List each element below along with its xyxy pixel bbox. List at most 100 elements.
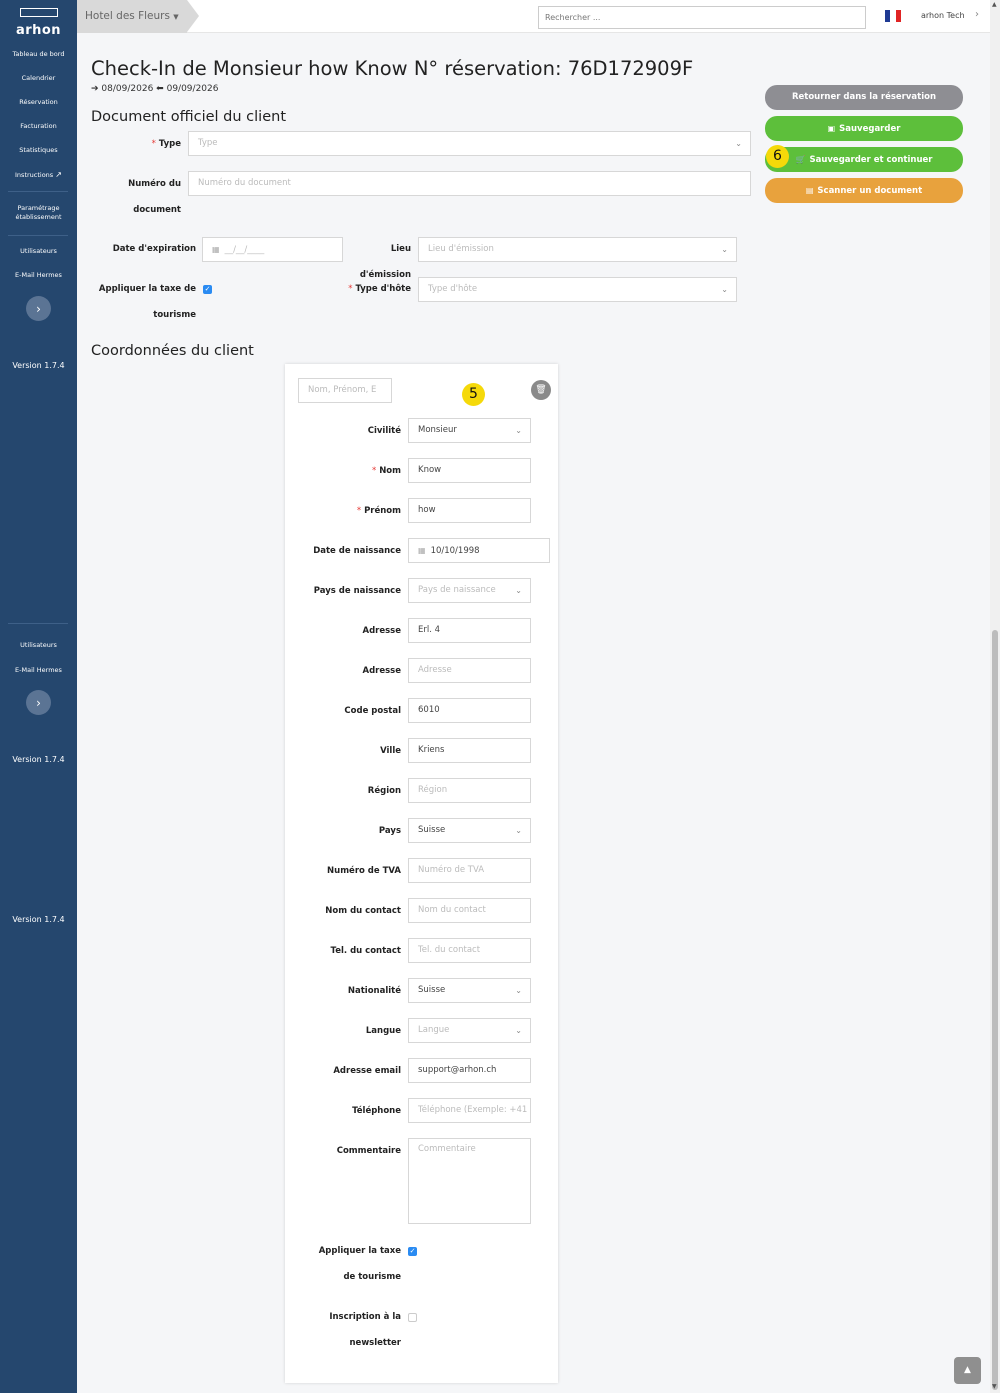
save-button[interactable]: ▣ Sauvegarder — [765, 116, 963, 141]
client-tourism-tax-checkbox[interactable]: ✓ — [408, 1247, 417, 1256]
top-bar: Hotel des Fleurs ▼ Rechercher ... arhon … — [77, 0, 994, 33]
step-marker-6: 6 — [766, 145, 789, 168]
document-type-select[interactable]: Type ⌄ — [188, 131, 751, 156]
scroll-up-arrow-icon[interactable]: ▲ — [992, 1, 997, 8]
sidebar-item-users[interactable]: Utilisateurs — [0, 641, 77, 650]
civility-label: Civilité — [367, 426, 401, 436]
comment-textarea[interactable]: Commentaire — [408, 1138, 531, 1224]
chevron-right-icon[interactable]: › — [975, 9, 979, 20]
save-icon: ▣ — [827, 124, 836, 133]
version-label: Version 1.7.4 — [12, 361, 65, 370]
french-flag-icon[interactable] — [885, 10, 901, 22]
contact-name-input[interactable]: Nom du contact — [408, 898, 531, 923]
save-continue-label: Sauvegarder et continuer — [809, 155, 933, 165]
client-search-input[interactable]: Nom, Prénom, E — [298, 378, 392, 403]
scroll-down-arrow-icon[interactable]: ▼ — [992, 1383, 997, 1390]
birthdate-value: 10/10/1998 — [430, 546, 480, 556]
sidebar-item-dashboard[interactable]: Tableau de bord — [0, 50, 77, 59]
lastname-label-text: Nom — [379, 466, 401, 476]
address2-label: Adresse — [362, 666, 401, 676]
nationality-select[interactable]: Suisse ⌄ — [408, 978, 531, 1003]
version-label: Version 1.7.4 — [12, 915, 65, 924]
search-input[interactable]: Rechercher ... — [538, 6, 866, 29]
flag-stripe — [895, 10, 901, 22]
sidebar-item-reservation[interactable]: Réservation — [0, 98, 77, 107]
newsletter-label: Inscription à la newsletter — [329, 1312, 401, 1348]
calendar-icon: ▦ — [418, 546, 426, 555]
delete-client-button[interactable]: 🗑 — [531, 380, 551, 400]
id-card-icon: ▤ — [805, 186, 814, 195]
sidebar-item-email-hermes[interactable]: E-Mail Hermes — [0, 666, 77, 675]
scan-document-button[interactable]: ▤ Scanner un document — [765, 178, 963, 203]
birth-country-select[interactable]: Pays de naissance ⌄ — [408, 578, 531, 603]
vat-input[interactable]: Numéro de TVA — [408, 858, 531, 883]
city-label: Ville — [380, 746, 401, 756]
sidebar-item-statistics[interactable]: Statistiques — [0, 146, 77, 155]
required-asterisk: * — [356, 506, 362, 516]
sidebar-item-settings[interactable]: Paramétrage établissement — [0, 204, 77, 222]
sidebar-expand-button[interactable]: › — [26, 690, 51, 715]
guest-type-select[interactable]: Type d'hôte ⌄ — [418, 277, 737, 302]
sidebar-item-billing[interactable]: Facturation — [0, 122, 77, 131]
comment-label: Commentaire — [336, 1146, 401, 1156]
sidebar-item-users[interactable]: Utilisateurs — [0, 247, 77, 256]
emission-place-select[interactable]: Lieu d'émission ⌄ — [418, 237, 737, 262]
chevron-down-icon: ⌄ — [515, 426, 522, 435]
type-label: * Type — [91, 131, 181, 157]
phone-input[interactable]: Téléphone (Exemple: +41 — [408, 1098, 531, 1123]
sidebar-item-calendar[interactable]: Calendrier — [0, 74, 77, 83]
lastname-label: * Nom — [285, 458, 401, 484]
expiry-date-input[interactable]: ▦ __/__/____ — [202, 237, 343, 262]
chevron-right-icon: › — [36, 301, 41, 316]
client-tourism-tax-label: Appliquer la taxe de tourisme — [318, 1246, 401, 1282]
sidebar-item-email-hermes[interactable]: E-Mail Hermes — [0, 271, 77, 280]
save-continue-button[interactable]: 🛒 Sauvegarder et continuer — [765, 147, 963, 172]
guest-type-value: Type d'hôte — [428, 284, 478, 294]
country-value: Suisse — [418, 825, 446, 835]
caret-down-icon: ▼ — [173, 13, 179, 21]
sidebar-divider — [8, 623, 68, 624]
hotel-name: Hotel des Fleurs — [85, 10, 170, 22]
logo[interactable]: arhon — [0, 8, 77, 38]
sidebar-divider — [8, 191, 68, 192]
document-section-title: Document officiel du client — [91, 109, 287, 125]
client-card: Nom, Prénom, E 5 🗑 Civilité Monsieur ⌄ * N… — [285, 364, 558, 1383]
guest-type-label-text: Type d'hôte — [355, 284, 411, 294]
check-icon: ✓ — [204, 285, 211, 293]
chevron-down-icon: ⌄ — [515, 586, 522, 595]
user-menu[interactable]: arhon Tech — [921, 11, 965, 20]
sidebar-item-instructions[interactable]: Instructions ↗ — [0, 170, 77, 180]
firstname-input[interactable]: how — [408, 498, 531, 523]
newsletter-checkbox[interactable] — [408, 1313, 417, 1322]
region-input[interactable]: Région — [408, 778, 531, 803]
lastname-input[interactable]: Know — [408, 458, 531, 483]
page-scrollbar[interactable]: ▲ ▼ — [990, 0, 1000, 1393]
civility-select[interactable]: Monsieur ⌄ — [408, 418, 531, 443]
external-link-icon: ↗ — [55, 170, 62, 179]
scroll-to-top-button[interactable]: ▲ — [954, 1357, 981, 1384]
tourism-tax-checkbox[interactable]: ✓ — [203, 285, 212, 294]
sidebar-item-instructions-label: Instructions — [15, 171, 54, 179]
contact-tel-input[interactable]: Tel. du contact — [408, 938, 531, 963]
birthdate-input[interactable]: ▦ 10/10/1998 — [408, 538, 550, 563]
city-input[interactable]: Kriens — [408, 738, 531, 763]
chevron-down-icon: ⌄ — [515, 1026, 522, 1035]
stay-dates: ➔ 08/09/2026 ⬅ 09/09/2026 — [91, 84, 218, 94]
email-input[interactable]: support@arhon.ch — [408, 1058, 531, 1083]
zip-input[interactable]: 6010 — [408, 698, 531, 723]
step-marker-5: 5 — [462, 383, 485, 406]
hotel-selector[interactable]: Hotel des Fleurs ▼ — [77, 0, 199, 33]
arrow-left-icon: ⬅ — [156, 84, 164, 94]
document-number-input[interactable]: Numéro du document — [188, 171, 751, 196]
email-label: Adresse email — [333, 1066, 401, 1076]
client-section-title: Coordonnées du client — [91, 343, 254, 359]
country-select[interactable]: Suisse ⌄ — [408, 818, 531, 843]
address1-input[interactable]: Erl. 4 — [408, 618, 531, 643]
chevron-down-icon: ⌄ — [515, 826, 522, 835]
address2-input[interactable]: Adresse — [408, 658, 531, 683]
scroll-thumb[interactable] — [992, 630, 998, 1390]
language-select[interactable]: Langue ⌄ — [408, 1018, 531, 1043]
back-to-reservation-button[interactable]: Retourner dans la réservation — [765, 85, 963, 110]
firstname-label-text: Prénom — [364, 506, 401, 516]
sidebar-expand-button[interactable]: › — [26, 296, 51, 321]
